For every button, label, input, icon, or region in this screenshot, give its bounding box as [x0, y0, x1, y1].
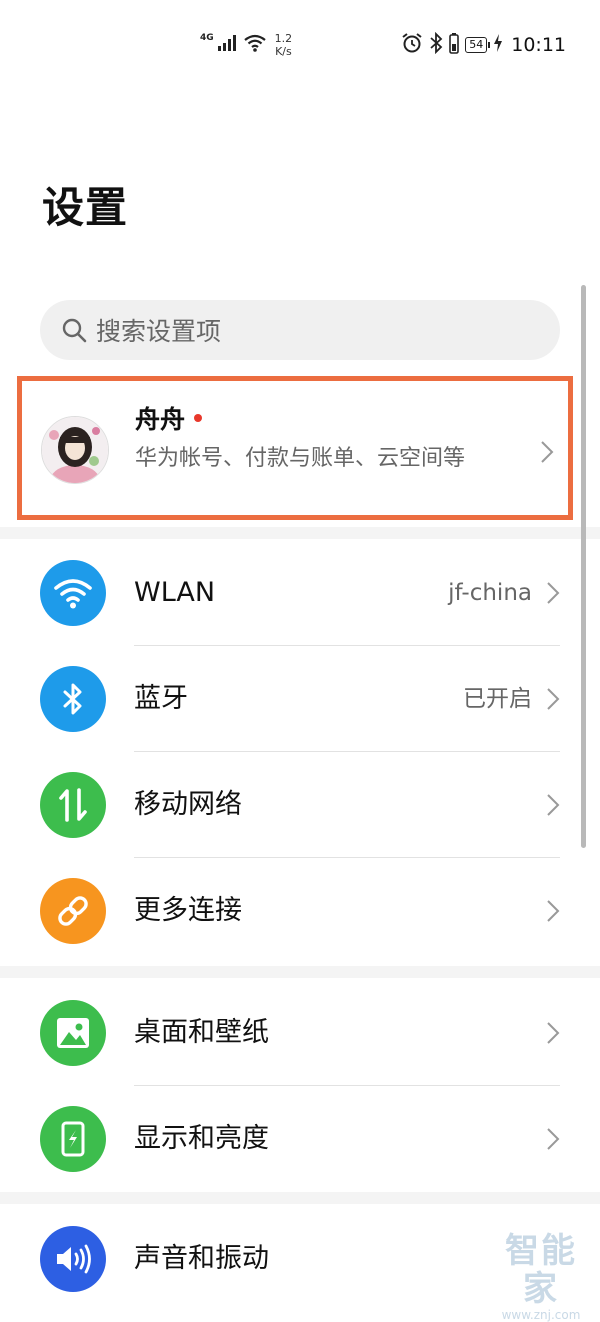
watermark-brand: 智能家: [505, 1231, 577, 1309]
settings-row-bluetooth[interactable]: 蓝牙 已开启: [0, 646, 600, 752]
network-type-label: 4G: [200, 33, 214, 43]
search-icon: [60, 316, 88, 344]
wifi-status-icon: [243, 33, 267, 57]
search-placeholder: 搜索设置项: [96, 317, 222, 346]
watermark: 智能家 www.znj.com: [488, 1232, 594, 1322]
row-value: jf-china: [448, 580, 532, 606]
settings-row-more-connections[interactable]: 更多连接: [0, 858, 600, 964]
scrollbar[interactable]: [581, 285, 586, 848]
signal-icon: [217, 34, 237, 56]
system-status: 54 10:11: [401, 31, 566, 59]
wallpaper-icon: [40, 1000, 106, 1066]
chevron-right-icon: [546, 1020, 560, 1046]
avatar: [41, 416, 109, 484]
account-description: 华为帐号、付款与账单、云空间等: [135, 446, 466, 471]
clock: 10:11: [511, 34, 566, 56]
chevron-right-icon: [546, 1126, 560, 1152]
network-status: 4G 1.2 K/s: [200, 30, 292, 60]
chevron-right-icon: [546, 580, 560, 606]
search-bar[interactable]: 搜索设置项: [40, 300, 560, 360]
row-label: 移动网络: [134, 789, 242, 820]
account-name-text: 舟舟: [135, 405, 186, 434]
settings-row-mobile-network[interactable]: 移动网络: [0, 752, 600, 858]
row-label: 显示和亮度: [134, 1123, 269, 1154]
chevron-right-icon: [546, 792, 560, 818]
section-divider: [0, 527, 600, 539]
settings-row-display[interactable]: 显示和亮度: [0, 1086, 600, 1192]
chevron-right-icon: [546, 898, 560, 924]
status-bar: 4G 1.2 K/s 54 10:11: [0, 0, 600, 90]
settings-row-wlan[interactable]: WLAN jf-china: [0, 540, 600, 646]
wifi-icon: [40, 560, 106, 626]
row-label: 更多连接: [134, 895, 242, 926]
mobile-network-icon: [40, 772, 106, 838]
charging-icon: [493, 33, 503, 57]
link-icon: [40, 878, 106, 944]
network-speed-unit: K/s: [275, 45, 292, 58]
display-icon: [40, 1106, 106, 1172]
network-speed-value: 1.2: [274, 32, 293, 45]
notification-dot: [194, 414, 203, 422]
sound-icon: [40, 1226, 106, 1292]
section-divider: [0, 966, 600, 978]
bluetooth-status-icon: [429, 31, 443, 58]
account-name: 舟舟: [135, 400, 203, 436]
row-label: 声音和振动: [134, 1243, 269, 1274]
settings-row-wallpaper[interactable]: 桌面和壁纸: [0, 980, 600, 1086]
chevron-right-icon: [546, 686, 560, 712]
row-value: 已开启: [463, 686, 532, 712]
account-card[interactable]: 舟舟 华为帐号、付款与账单、云空间等: [17, 376, 573, 520]
battery-level: 54: [465, 37, 491, 53]
page-title: 设置: [42, 183, 129, 232]
section-divider: [0, 1192, 600, 1204]
chevron-right-icon: [540, 439, 554, 469]
battery-alert-icon: [449, 32, 460, 58]
bluetooth-icon: [40, 666, 106, 732]
alarm-icon: [401, 32, 423, 58]
watermark-url: www.znj.com: [501, 1308, 581, 1322]
row-label: 蓝牙: [134, 683, 188, 714]
row-label: WLAN: [134, 577, 216, 608]
network-speed: 1.2 K/s: [275, 32, 293, 58]
row-label: 桌面和壁纸: [134, 1017, 269, 1048]
